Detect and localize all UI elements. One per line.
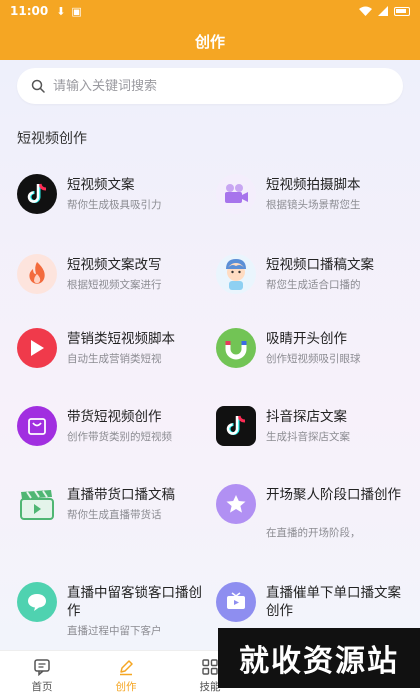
signal-icon [378,6,388,16]
list-item[interactable]: 直播带货口播文稿 帮你生成直播带货话 [17,484,207,544]
page-title: 创作 [194,32,225,51]
item-title: 短视频拍摄脚本 [266,177,361,193]
item-desc: 帮你生成极具吸引力 [67,199,162,211]
item-title: 抖音探店文案 [266,409,347,425]
item-desc: 直播过程中留下客户 [67,625,162,637]
item-title: 营销类短视频脚本 [67,331,175,347]
tab-home[interactable]: 首页 [17,651,67,700]
item-title: 直播中留客锁客口播创作 [67,585,202,619]
app-header: 创作 [0,22,420,60]
item-desc: 根据短视频文案进行 [67,279,162,291]
watermark: 就收资源站 [218,628,420,688]
grid-icon [202,659,218,675]
tv-icon [216,582,256,622]
item-title: 带货短视频创作 [67,409,162,425]
item-desc: 生成抖音探店文案 [266,431,350,443]
section-title: 短视频创作 [17,131,87,147]
tab-label: 首页 [31,681,53,693]
tab-create[interactable]: 创作 [101,651,151,700]
item-title: 短视频文案改写 [67,257,162,273]
list-item[interactable]: 短视频口播稿文案 帮您生成适合口播的 [216,254,406,314]
message-icon [34,659,50,676]
shopping-bag-icon [17,406,57,446]
list-item[interactable]: 营销类短视频脚本 自动生成营销类短视 [17,328,207,388]
status-time: 11:00 [10,4,49,18]
item-desc: 创作短视频吸引眼球 [266,353,361,365]
pen-icon [120,660,133,676]
list-item[interactable]: 短视频拍摄脚本 根据镜头场景帮您生 [216,174,406,234]
search-bar[interactable] [17,68,403,104]
item-title: 短视频文案 [67,177,135,193]
item-desc: 在直播的开场阶段， [266,527,361,539]
list-item[interactable]: 吸睛开头创作 创作短视频吸引眼球 [216,328,406,388]
item-title: 短视频口播稿文案 [266,257,374,273]
item-desc: 自动生成营销类短视 [67,353,162,365]
status-bar: 11:00 ⬇ ▣ [0,0,420,22]
main-content: 短视频创作 短视频文案 帮你生成极具吸引力 短视频拍摄脚本 根据镜头场景帮您生 … [0,60,420,650]
list-item[interactable]: 抖音探店文案 生成抖音探店文案 [216,406,406,466]
video-camera-icon [216,174,256,214]
download-icon: ⬇ [56,4,66,18]
item-desc: 根据镜头场景帮您生 [266,199,361,211]
list-item[interactable]: 短视频文案改写 根据短视频文案进行 [17,254,207,314]
search-icon [31,79,45,93]
list-item[interactable]: 直播中留客锁客口播创作 直播过程中留下客户 [17,582,207,642]
star-icon [216,484,256,524]
wifi-icon [359,6,372,16]
tab-label: 创作 [115,681,137,693]
list-item[interactable]: 开场聚人阶段口播创作 在直播的开场阶段， [216,484,406,544]
tiktok-square-icon [216,406,256,446]
clapperboard-icon [17,484,57,524]
item-desc: 帮你生成直播带货话 [67,509,162,521]
character-icon [216,254,256,294]
magnet-icon [216,328,256,368]
notification-icon: ▣ [71,4,82,18]
play-icon [17,328,57,368]
tiktok-icon [17,174,57,214]
flame-icon [17,254,57,294]
item-title: 直播带货口播文稿 [67,487,175,503]
item-title: 开场聚人阶段口播创作 [266,487,401,503]
item-title: 吸睛开头创作 [266,331,347,347]
item-desc: 创作带货类别的短视频 [67,431,172,443]
list-item[interactable]: 短视频文案 帮你生成极具吸引力 [17,174,207,234]
item-title: 直播催单下单口播文案创作 [266,585,401,619]
chat-bubble-icon [17,582,57,622]
list-item[interactable]: 带货短视频创作 创作带货类别的短视频 [17,406,207,466]
battery-icon [394,6,410,16]
search-input[interactable] [53,78,353,94]
item-desc: 帮您生成适合口播的 [266,279,361,291]
